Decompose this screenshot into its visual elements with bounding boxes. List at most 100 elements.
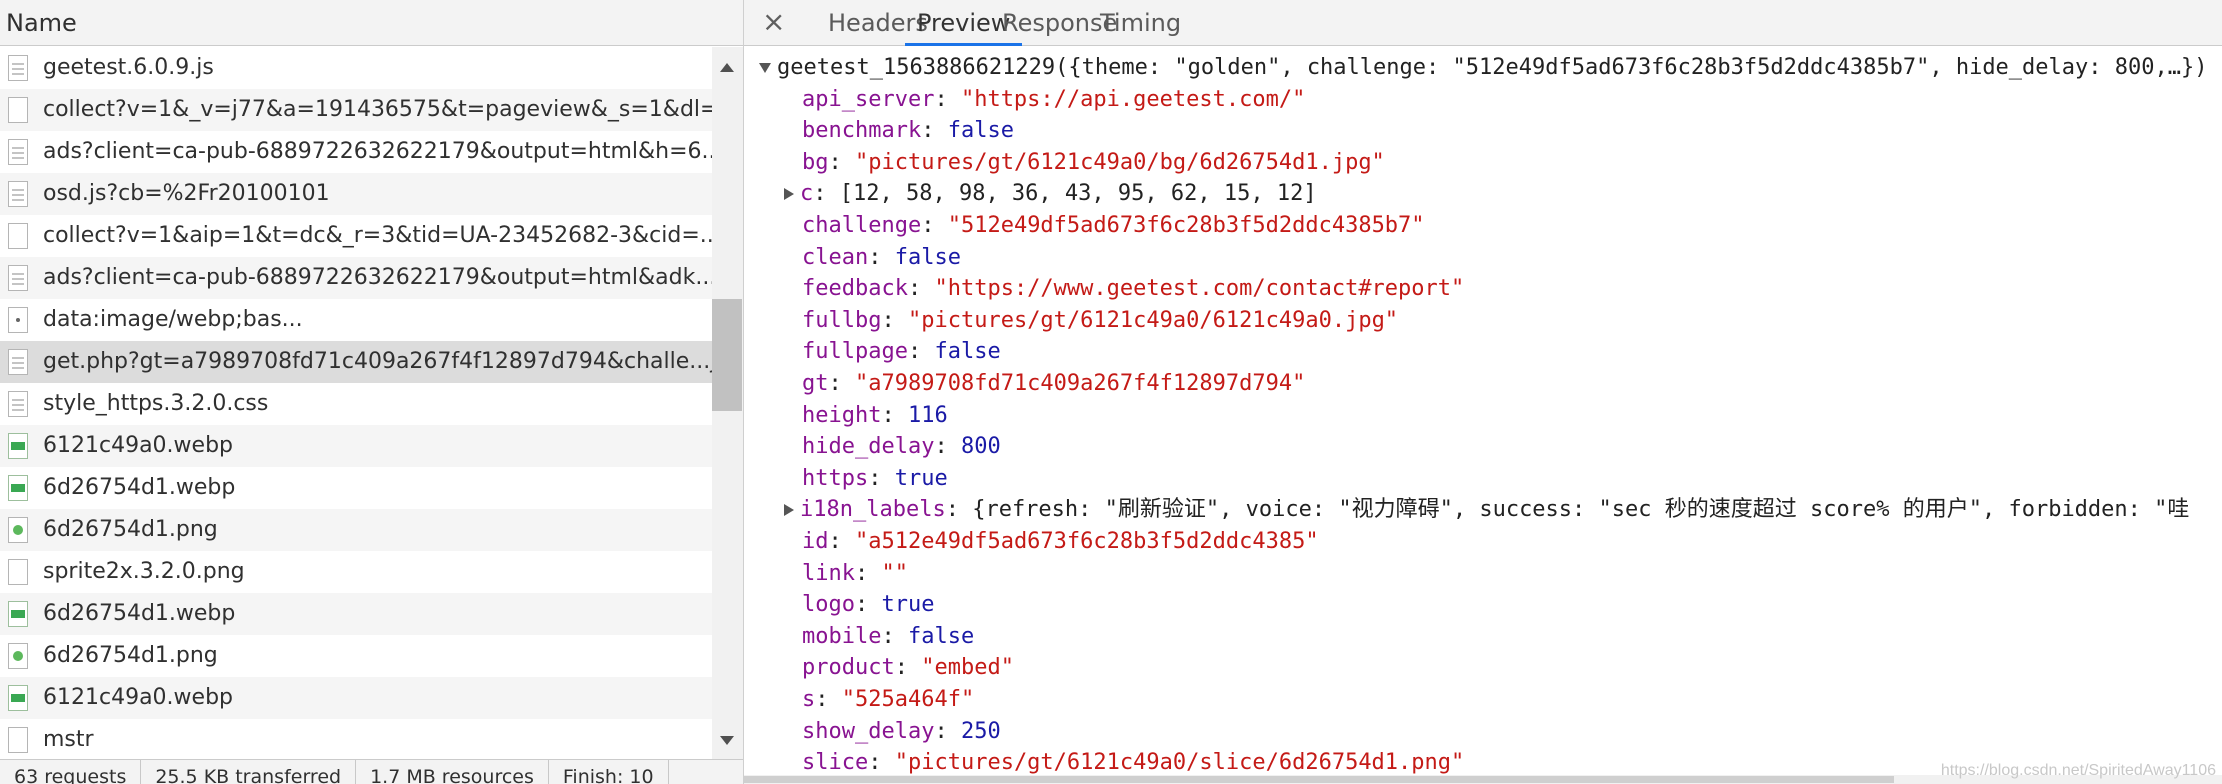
scroll-up-arrow-icon[interactable] [720, 63, 734, 72]
json-key: show_delay [802, 718, 935, 744]
blank-file-icon [8, 223, 28, 249]
expand-triangle-icon[interactable] [759, 63, 771, 73]
request-row[interactable]: ads?client=ca-pub-6889722632622179&outpu… [0, 131, 712, 173]
image-file-icon [8, 475, 28, 501]
json-key: slice [802, 750, 869, 776]
request-row[interactable]: sprite2x.3.2.0.png [0, 551, 712, 593]
json-property: feedback: "https://www.geetest.com/conta… [802, 276, 1465, 302]
request-name: 6d26754d1.png [43, 517, 218, 542]
png-image-file-icon [8, 517, 28, 543]
request-list: geetest.6.0.9.js collect?v=1&_v=j77&a=191… [0, 47, 712, 761]
json-value: false [894, 244, 961, 270]
json-property[interactable]: c: [12, 58, 98, 36, 43, 95, 62, 15, 12] [784, 178, 1317, 210]
json-key: product [802, 655, 895, 681]
json-property: fullbg: "pictures/gt/6121c49a0/6121c49a0… [802, 307, 1399, 333]
json-value: 116 [907, 402, 948, 428]
request-row[interactable]: 6121c49a0.webp [0, 677, 712, 719]
json-value: "embed" [921, 655, 1014, 681]
json-value: "pictures/gt/6121c49a0/6121c49a0.jpg" [907, 307, 1399, 333]
json-key: logo [802, 592, 855, 618]
json-property: hide_delay: 800 [802, 434, 1001, 460]
request-row[interactable]: geetest.6.0.9.js [0, 47, 712, 89]
json-property[interactable]: i18n_labels: {refresh: "刷新验证", voice: "视… [784, 494, 2189, 526]
scroll-thumb[interactable] [712, 299, 742, 411]
json-key: https [802, 465, 869, 491]
request-name: 6d26754d1.png [43, 643, 218, 668]
json-value: "pictures/gt/6121c49a0/bg/6d26754d1.jpg" [855, 149, 1385, 175]
json-value: {refresh: "刷新验证", voice: "视力障碍", success… [972, 497, 2190, 523]
close-details-icon[interactable]: × [762, 4, 785, 40]
json-property: show_delay: 250 [802, 718, 1001, 744]
json-property: s: "525a464f" [802, 687, 975, 712]
request-row[interactable]: style_https.3.2.0.css [0, 383, 712, 425]
request-row[interactable]: data:image/webp;bas... [0, 299, 712, 341]
status-item: 1.7 MB resources [356, 760, 549, 784]
json-root-name: geetest_1563886621229 [777, 55, 1056, 80]
json-property: api_server: "https://api.geetest.com/" [802, 86, 1306, 112]
json-key: benchmark [802, 118, 922, 144]
json-value: true [881, 592, 935, 618]
json-property: clean: false [802, 244, 961, 270]
name-column-header[interactable]: Name [0, 0, 743, 46]
request-list-scrollbar[interactable] [712, 47, 743, 759]
request-row[interactable]: 6d26754d1.webp [0, 593, 712, 635]
request-row[interactable]: collect?v=1&_v=j77&a=191436575&t=pagevie… [0, 89, 712, 131]
request-name: 6121c49a0.webp [43, 433, 234, 458]
json-value: "pictures/gt/6121c49a0/slice/6d26754d1.p… [894, 750, 1465, 776]
json-property: challenge: "512e49df5ad673f6c28b3f5d2ddc… [802, 213, 1425, 238]
request-row[interactable]: 6121c49a0.webp [0, 425, 712, 467]
json-key: challenge [802, 213, 922, 238]
data-uri-file-icon [8, 307, 28, 333]
json-key: s [802, 687, 816, 712]
horizontal-scroll-thumb[interactable] [744, 776, 1894, 783]
json-value: 250 [960, 718, 1001, 744]
image-file-icon [8, 601, 28, 627]
request-row[interactable]: osd.js?cb=%2Fr20100101 [0, 173, 712, 215]
request-row[interactable]: mstr [0, 719, 712, 761]
watermark: https://blog.csdn.net/SpiritedAway1106 [1940, 762, 2216, 779]
json-root-summary: ({theme: "golden", challenge: "512e49df5… [1055, 55, 2208, 80]
document-file-icon [8, 55, 28, 81]
request-details-panel: × Headers Preview Response Timing geetest_1… [744, 0, 2222, 784]
tab-timing[interactable]: Timing [1100, 0, 1181, 46]
request-row[interactable]: 6d26754d1.webp [0, 467, 712, 509]
json-value: [12, 58, 98, 36, 43, 95, 62, 15, 12] [839, 181, 1317, 207]
json-key: api_server [802, 86, 935, 112]
json-key: c [800, 181, 814, 207]
json-key: hide_delay [802, 434, 935, 460]
json-property: benchmark: false [802, 118, 1014, 144]
request-name: 6d26754d1.webp [43, 601, 236, 626]
request-name: collect?v=1&aip=1&t=dc&_r=3&tid=UA-23452… [43, 223, 712, 248]
json-property: link: "" [802, 560, 908, 586]
scroll-down-arrow-icon[interactable] [720, 736, 734, 745]
json-key: mobile [802, 623, 882, 649]
request-row[interactable]: collect?v=1&aip=1&t=dc&_r=3&tid=UA-23452… [0, 215, 712, 257]
request-name: sprite2x.3.2.0.png [43, 559, 245, 584]
json-key: fullbg [802, 307, 882, 333]
status-item: 25.5 KB transferred [141, 760, 357, 784]
document-file-icon [8, 181, 28, 207]
json-property: logo: true [802, 592, 935, 618]
request-name: style_https.3.2.0.css [43, 391, 269, 416]
blank-file-icon [8, 559, 28, 585]
collapsed-triangle-icon[interactable] [784, 188, 794, 201]
json-key: fullpage [802, 339, 908, 365]
request-row[interactable]: get.php?gt=a7989708fd71c409a267f4f12897d… [0, 341, 712, 383]
json-root-node[interactable]: geetest_1563886621229({theme: "golden", … [759, 52, 2207, 84]
json-value: false [907, 623, 975, 649]
status-item: 63 requests [0, 760, 142, 784]
collapsed-triangle-icon[interactable] [784, 504, 794, 517]
json-property: fullpage: false [802, 339, 1001, 365]
request-name: ads?client=ca-pub-6889722632622179&outpu… [43, 265, 712, 290]
json-property: id: "a512e49df5ad673f6c28b3f5d2ddc4385" [802, 529, 1319, 554]
request-row[interactable]: 6d26754d1.png [0, 635, 712, 677]
json-key: bg [802, 149, 829, 175]
png-image-file-icon [8, 643, 28, 669]
json-value: "525a464f" [841, 687, 975, 712]
json-key: gt [802, 371, 829, 396]
request-row[interactable]: 6d26754d1.png [0, 509, 712, 551]
request-name: ads?client=ca-pub-6889722632622179&outpu… [43, 139, 712, 164]
json-property: height: 116 [802, 402, 948, 428]
request-row[interactable]: ads?client=ca-pub-6889722632622179&outpu… [0, 257, 712, 299]
json-value: 800 [960, 434, 1001, 460]
